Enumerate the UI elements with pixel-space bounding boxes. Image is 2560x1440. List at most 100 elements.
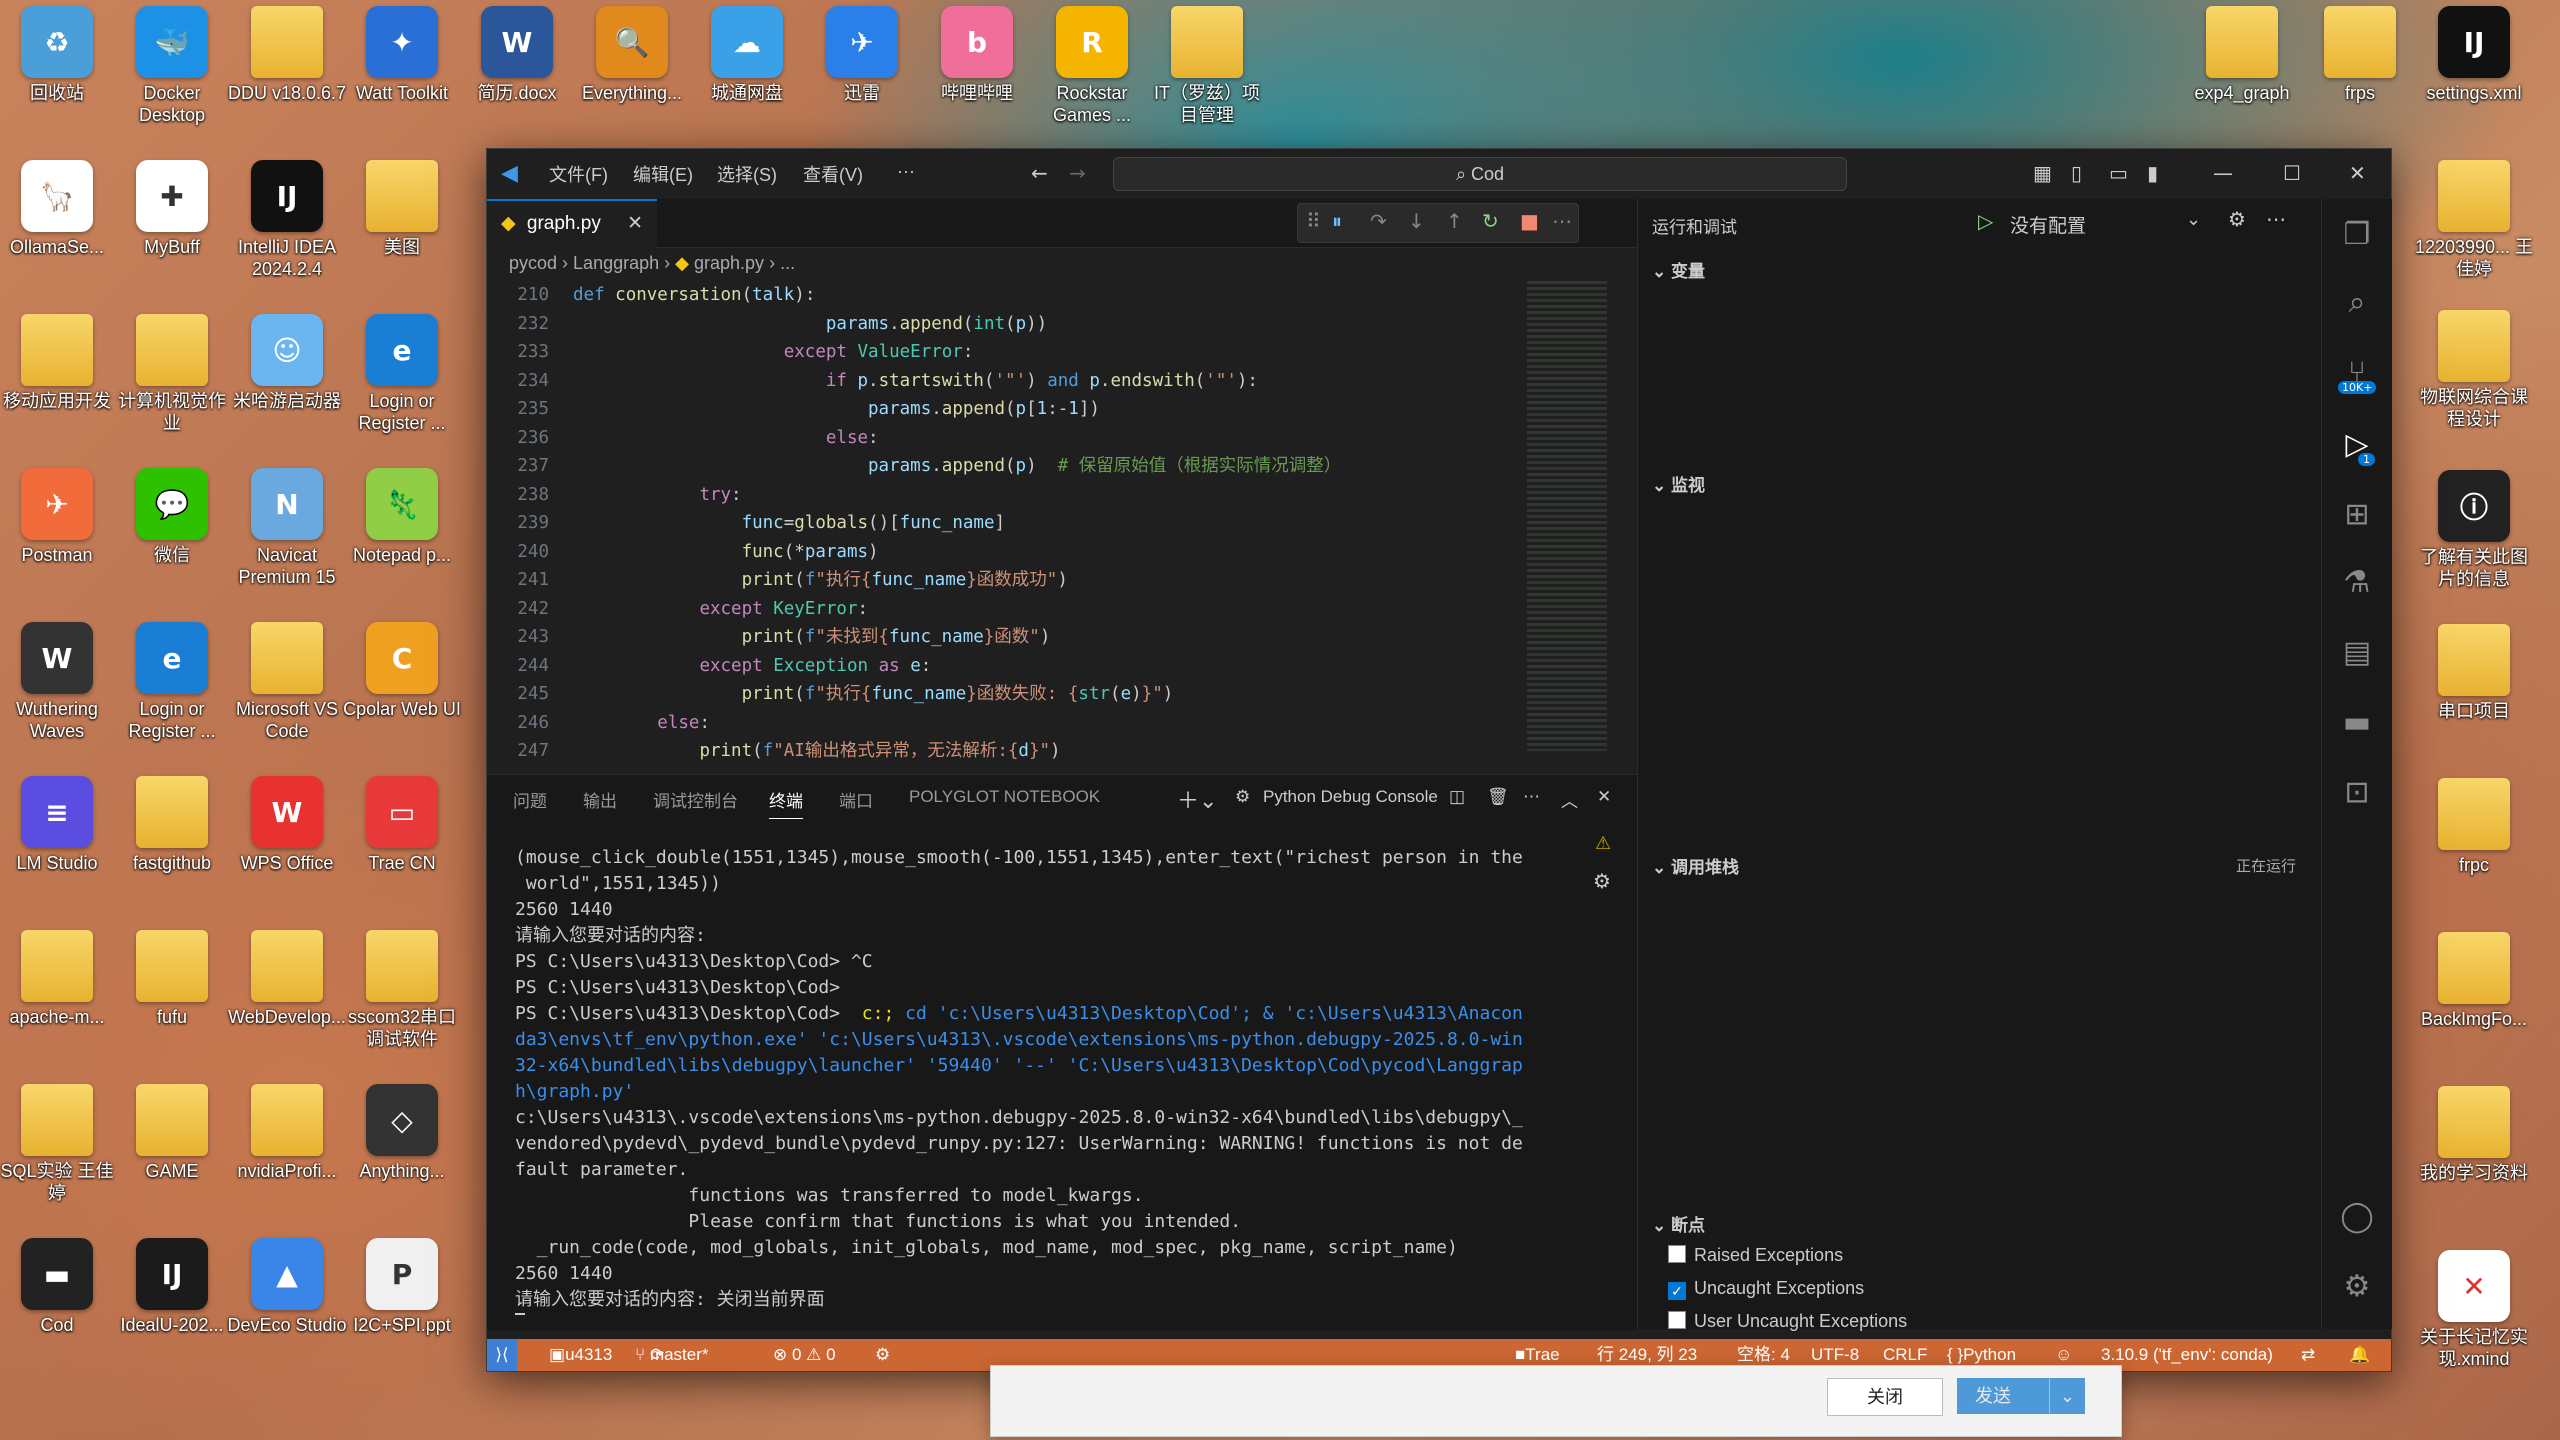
desktop-icon[interactable]: 移动应用开发 bbox=[0, 314, 117, 412]
notifications-bell-icon[interactable]: 🔔 bbox=[2349, 1339, 2370, 1371]
command-center-search[interactable]: ⌕ Cod bbox=[1113, 157, 1847, 191]
desktop-icon[interactable]: IJ IdealU-202... bbox=[112, 1238, 232, 1336]
menu-view[interactable]: 查看(V) bbox=[803, 161, 863, 187]
desktop-icon[interactable]: e Login or Register ... bbox=[342, 314, 462, 434]
desktop-icon[interactable]: 🔍 Everything... bbox=[572, 6, 692, 104]
more-icon[interactable]: ⋯ bbox=[2266, 207, 2286, 231]
drag-handle-icon[interactable]: ⠿ bbox=[1306, 209, 1321, 233]
tab-polyglot-notebook[interactable]: POLYGLOT NOTEBOOK bbox=[909, 787, 1100, 807]
remote-explorer-icon[interactable]: ▤ bbox=[2340, 635, 2374, 670]
maximize-button[interactable]: ☐ bbox=[2283, 161, 2301, 185]
section-watch[interactable]: ⌄ 监视 bbox=[1652, 471, 1705, 496]
section-breakpoints[interactable]: ⌄ 断点 bbox=[1652, 1211, 1705, 1236]
desktop-icon[interactable]: ☺ 米哈游启动器 bbox=[227, 314, 347, 412]
desktop-icon[interactable]: ✦ Watt Toolkit bbox=[342, 6, 462, 104]
checkbox[interactable] bbox=[1668, 1311, 1686, 1329]
status-user[interactable]: ▣ u4313 bbox=[549, 1339, 612, 1371]
debug-status-icon[interactable]: ⚙ bbox=[875, 1339, 890, 1371]
code-line[interactable]: 243 print(f"未找到{func_name}函数") bbox=[487, 623, 1597, 652]
warning-icon[interactable]: ⚠ bbox=[1595, 833, 1611, 854]
desktop-icon[interactable]: 串口项目 bbox=[2414, 624, 2534, 722]
bp-raised-exceptions[interactable]: Raised Exceptions bbox=[1668, 1245, 1843, 1266]
status-problems[interactable]: ⊗ 0 ⚠ 0 bbox=[773, 1339, 836, 1371]
code-line[interactable]: 244 except Exception as e: bbox=[487, 652, 1597, 681]
desktop-icon[interactable]: Microsoft VS Code bbox=[227, 622, 347, 742]
desktop-icon[interactable]: ✈ Postman bbox=[0, 468, 117, 566]
desktop-icon[interactable]: IJ settings.xml bbox=[2414, 6, 2534, 104]
code-editor[interactable]: 210 def conversation(talk): 232 params.app… bbox=[487, 281, 1597, 771]
desktop-icon[interactable]: exp4_graph bbox=[2182, 6, 2302, 104]
more-icon[interactable]: ⋯ bbox=[1523, 787, 1540, 807]
desktop-icon[interactable]: ✕ 关于长记忆实现.xmind bbox=[2414, 1250, 2534, 1370]
code-line[interactable]: 210 def conversation(talk): bbox=[487, 281, 1597, 310]
menu-edit[interactable]: 编辑(E) bbox=[633, 161, 693, 187]
breadcrumb-langgraph[interactable]: Langgraph bbox=[573, 253, 659, 273]
desktop-icon[interactable]: WebDevelop... bbox=[227, 930, 347, 1028]
menu-selection[interactable]: 选择(S) bbox=[717, 161, 777, 187]
debug-terminal-icon[interactable]: ⚙ bbox=[1593, 869, 1611, 893]
checkbox-checked[interactable]: ✓ bbox=[1668, 1282, 1686, 1300]
send-button[interactable]: 发送 ⌄ bbox=[1957, 1378, 2085, 1414]
bp-user-uncaught-exceptions[interactable]: User Uncaught Exceptions bbox=[1668, 1311, 1907, 1332]
stop-icon[interactable]: ■ bbox=[1520, 209, 1539, 233]
desktop-icon[interactable]: P I2C+SPI.ppt bbox=[342, 1238, 462, 1336]
nav-back-icon[interactable]: ← bbox=[1031, 161, 1048, 185]
section-variables[interactable]: ⌄ 变量 bbox=[1652, 257, 1705, 282]
desktop-icon[interactable]: ☁ 城通网盘 bbox=[687, 6, 807, 104]
desktop-icon[interactable]: ♻ 回收站 bbox=[0, 6, 117, 104]
trash-icon[interactable]: 🗑 bbox=[1487, 787, 1509, 807]
code-line[interactable]: 246 else: bbox=[487, 709, 1597, 738]
chevron-down-icon[interactable]: ⌄ bbox=[2186, 209, 2201, 230]
desktop-icon[interactable]: ◇ Anything... bbox=[342, 1084, 462, 1182]
search-icon[interactable]: ⌕ bbox=[2340, 285, 2374, 320]
minimize-button[interactable]: — bbox=[2213, 161, 2233, 185]
desktop-icon[interactable]: R Rockstar Games ... bbox=[1032, 6, 1152, 126]
desktop-icon[interactable]: DDU v18.0.6.7 bbox=[227, 6, 347, 104]
code-line[interactable]: 236 else: bbox=[487, 424, 1597, 453]
desktop-icon[interactable]: frps bbox=[2300, 6, 2420, 104]
code-line[interactable]: 241 print(f"执行{func_name}函数成功") bbox=[487, 566, 1597, 595]
desktop-icon[interactable]: nvidiaProfi... bbox=[227, 1084, 347, 1182]
desktop-icon[interactable]: 🦙 OllamaSe... bbox=[0, 160, 117, 258]
settings-gear-icon[interactable]: ⚙ bbox=[2340, 1269, 2374, 1304]
desktop-icon[interactable]: IT（罗兹）项目管理 bbox=[1147, 6, 1267, 126]
toggle-panel-icon[interactable]: ▭ bbox=[2109, 161, 2128, 185]
maximize-panel-icon[interactable]: ︿ bbox=[1561, 787, 1578, 812]
desktop-icon[interactable]: 物联网综合课程设计 bbox=[2414, 310, 2534, 430]
split-terminal-icon[interactable]: ◫ bbox=[1449, 787, 1465, 807]
extensions-icon[interactable]: ⊞ bbox=[2340, 497, 2374, 532]
start-debug-icon[interactable]: ▷ bbox=[1978, 209, 1993, 233]
code-line[interactable]: 240 func(*params) bbox=[487, 538, 1597, 567]
desktop-icon[interactable]: ⓘ 了解有关此图片的信息 bbox=[2414, 470, 2534, 590]
status-interpreter[interactable]: 3.10.9 ('tf_env': conda) bbox=[2101, 1339, 2273, 1371]
code-line[interactable]: 239 func=globals()[func_name] bbox=[487, 509, 1597, 538]
pause-icon[interactable]: ⏸ bbox=[1332, 209, 1342, 233]
desktop-icon[interactable]: 🐳 Docker Desktop bbox=[112, 6, 232, 126]
close-tab-icon[interactable]: ✕ bbox=[627, 201, 643, 247]
close-panel-icon[interactable]: ✕ bbox=[1597, 787, 1611, 807]
desktop-icon[interactable]: BackImgFo... bbox=[2414, 932, 2534, 1030]
desktop-icon[interactable]: N Navicat Premium 15 bbox=[227, 468, 347, 588]
tab-output[interactable]: 输出 bbox=[583, 787, 617, 812]
desktop-icon[interactable]: ✈ 迅雷 bbox=[802, 6, 922, 104]
tab-terminal[interactable]: 终端 bbox=[769, 787, 803, 819]
feedback-icon[interactable]: ⇄ bbox=[2301, 1339, 2315, 1371]
explorer-icon[interactable]: ❐ bbox=[2340, 217, 2374, 252]
desktop-icon[interactable]: 美图 bbox=[342, 160, 462, 258]
more-debug-icon[interactable]: ⋯ bbox=[1552, 209, 1572, 233]
desktop-icon[interactable]: IJ IntelliJ IDEA 2024.2.4 bbox=[227, 160, 347, 280]
desktop-icon[interactable]: e Login or Register ... bbox=[112, 622, 232, 742]
desktop-icon[interactable]: 💬 微信 bbox=[112, 468, 232, 566]
desktop-icon[interactable]: ≡ LM Studio bbox=[0, 776, 117, 874]
code-line[interactable]: 237 params.append(p) # 保留原始值（根据实际情况调整） bbox=[487, 452, 1597, 481]
desktop-icon[interactable]: b 哔哩哔哩 bbox=[917, 6, 1037, 104]
notebook-icon[interactable]: ▬ bbox=[2340, 705, 2374, 740]
new-terminal-icon[interactable]: ＋⌄ bbox=[1177, 783, 1217, 815]
toggle-secondary-sidebar-icon[interactable]: ▮ bbox=[2147, 161, 2158, 185]
step-out-icon[interactable]: ↑ bbox=[1446, 209, 1463, 233]
code-line[interactable]: 245 print(f"执行{func_name}函数失败: {str(e)}"… bbox=[487, 680, 1597, 709]
desktop-icon[interactable]: sscom32串口调试软件 bbox=[342, 930, 462, 1050]
desktop-icon[interactable]: fastgithub bbox=[112, 776, 232, 874]
code-line[interactable]: 235 params.append(p[1:-1]) bbox=[487, 395, 1597, 424]
status-branch[interactable]: ⑂ master* ⟳ bbox=[635, 1339, 709, 1371]
